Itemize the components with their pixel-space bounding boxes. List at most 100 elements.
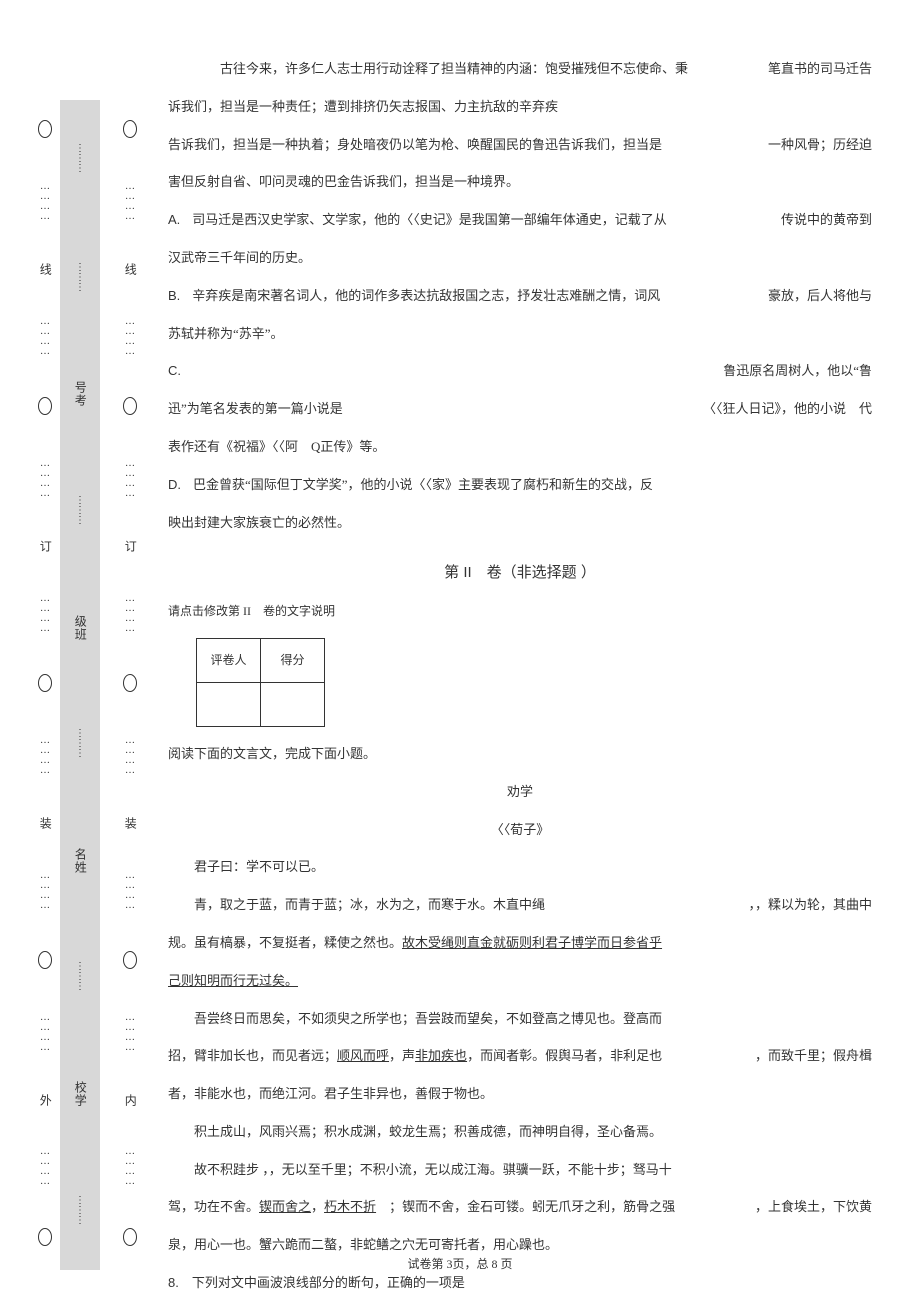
margin-circle	[38, 1228, 52, 1246]
passage-t1: 君子曰：学不可以已。	[168, 850, 872, 884]
option-d-label: D.	[168, 477, 181, 492]
page-content: 古往今来，许多仁人志士用行动诠释了担当精神的内涵：饱受摧残但不忘使命、秉 笔直书…	[168, 52, 872, 1304]
article-author: 〈〈荀子》	[168, 813, 872, 847]
margin-circle	[123, 951, 137, 969]
passage-t2-suf: ，，糅以为轮，其曲中	[748, 888, 872, 922]
margin-label-nei: 内	[123, 1094, 137, 1107]
passage-t10-ul1: 锲而舍之	[259, 1199, 311, 1214]
passage-t8: 积土成山，风雨兴焉；积水成渊，蛟龙生焉；积善成德，而神明自得，圣心备焉。	[168, 1115, 872, 1149]
margin-dots: …………	[40, 871, 50, 911]
option-a-suf: 传说中的黄帝到	[781, 203, 872, 237]
margin-dots: …………	[40, 182, 50, 222]
margin-circle	[123, 674, 137, 692]
margin-dots: …………	[125, 871, 135, 911]
margin-dots: …………	[40, 1147, 50, 1187]
option-a-cont: 汉武帝三千年间的历史。	[168, 241, 872, 275]
passage-t2: 青，取之于蓝，而青于蓝；冰，水为之，而寒于水。木直中绳 ，，糅以为轮，其曲中	[168, 888, 872, 922]
section-ii-title: 第 II 卷（非选择题 ）	[168, 553, 872, 592]
margin-dots: …………	[40, 459, 50, 499]
option-d-pre: 巴金曾获“国际但丁文学奖”，他的小说〈〈家》主要表现了腐朽和新生的交战，反	[193, 477, 653, 492]
grader-cell2	[261, 682, 325, 726]
margin-circle	[38, 397, 52, 415]
margin-circle	[123, 1228, 137, 1246]
option-a-label: A.	[168, 212, 180, 227]
option-b-label: B.	[168, 288, 180, 303]
passage-t10: 驾，功在不舍。锲而舍之，朽木不折 ；锲而不舍，金石可镂。蚓无爪牙之利，筋骨之强 …	[168, 1190, 872, 1224]
passage-t10-pre: 驾，功在不舍。	[168, 1199, 259, 1214]
option-d: D. 巴金曾获“国际但丁文学奖”，他的小说〈〈家》主要表现了腐朽和新生的交战，反	[168, 468, 872, 502]
margin-dots: …………	[125, 459, 135, 499]
passage-t6-pre: 招，臂非加长也，而见者远；	[168, 1048, 337, 1063]
spine-column: ⋮⋮⋮ ⋮⋮⋮ 号考 ⋮⋮⋮ 级班 ⋮⋮⋮ 名姓 ⋮⋮⋮ 校学 ⋮⋮⋮	[60, 100, 100, 1270]
intro-line-3: 告诉我们，担当是一种执着；身处暗夜仍以笔为枪、唤醒国民的鲁迅告诉我们，担当是 一…	[168, 128, 872, 162]
margin-circle	[38, 120, 52, 138]
intro-cont2: 告诉我们，担当是一种执着；身处暗夜仍以笔为枪、唤醒国民的鲁迅告诉我们，担当是	[168, 128, 662, 162]
grader-cell1	[197, 682, 261, 726]
option-b-pre: 辛弃疾是南宋著名词人，他的词作多表达抗敌报国之志，抒发壮志难酬之情，词风	[192, 288, 660, 303]
grader-col2: 得分	[261, 638, 325, 682]
passage-t3: 规。虽有槁暴，不复挺者，糅使之然也。故木受绳则直金就砺则利君子博学而日参省乎	[168, 926, 872, 960]
passage-t9: 故不积跬步 ，，无以至千里；不积小流，无以成江海。骐骥一跃，不能十步；驽马十	[168, 1153, 872, 1187]
margin-dots: …………	[40, 736, 50, 776]
margin-dots: …………	[125, 182, 135, 222]
passage-t3-ul: 故木受绳则直金就砺则利君子博学而日参省乎	[402, 935, 662, 950]
margin-dots: …………	[125, 1013, 135, 1053]
inner-margin-column: ………… 线 ………… ………… 订 ………… ………… 装 ………… ……………	[115, 100, 145, 1270]
option-c-line2-suf: 〈〈狂人日记》，他的小说	[703, 401, 846, 416]
passage-t6: 招，臂非加长也，而见者远；顺风而呼，声非加疾也，而闻者彰。假舆马者，非利足也 ，…	[168, 1039, 872, 1073]
option-c-line2-pre: 迅”为笔名发表的第一篇小说是	[168, 392, 343, 426]
option-c-suf: 鲁迅原名周树人，他以“鲁	[723, 354, 872, 388]
intro-cont1: 诉我们，担当是一种责任；遭到排挤仍矢志报国、力主抗敌的辛弃疾	[168, 90, 872, 124]
passage-t6-ul2: 非加疾也	[415, 1048, 467, 1063]
margin-label-xian-outer: 线	[38, 263, 52, 276]
option-c-line2: 迅”为笔名发表的第一篇小说是 〈〈狂人日记》，他的小说 代	[168, 392, 872, 426]
passage-t4-ul: 己则知明而行无过矣。	[168, 973, 298, 988]
margin-circle	[38, 674, 52, 692]
option-a: A.司马迁是西汉史学家、文学家，他的〈〈史记》是我国第一部编年体通史，记载了从 …	[168, 203, 872, 237]
margin-label-zhuang-inner: 装	[123, 817, 137, 830]
passage-t5: 吾尝终日而思矣，不如须臾之所学也；吾尝跂而望矣，不如登高之博见也。登高而	[168, 1002, 872, 1036]
option-c-cont: 表作还有《祝福》〈〈阿 Q正传》等。	[168, 430, 872, 464]
intro-line-1: 古往今来，许多仁人志士用行动诠释了担当精神的内涵：饱受摧残但不忘使命、秉 笔直书…	[168, 52, 872, 86]
margin-dots: …………	[40, 594, 50, 634]
intro-suffix: 笔直书的司马迁告	[768, 52, 872, 86]
option-b: B.辛弃疾是南宋著名词人，他的词作多表达抗敌报国之志，抒发壮志难酬之情，词风 豪…	[168, 279, 872, 313]
margin-label-ding-outer: 订	[38, 540, 52, 553]
margin-circle	[123, 397, 137, 415]
margin-circle	[38, 951, 52, 969]
passage-t10-suf: ，上食埃土，下饮黄	[755, 1190, 872, 1224]
margin-label-wai: 外	[38, 1094, 52, 1107]
margin-label-zhuang-outer: 装	[38, 817, 52, 830]
passage-t10-mid2: ；锲而不舍，金石可镂。蚓无爪牙之利，筋骨之强	[376, 1199, 675, 1214]
margin-dots: …………	[125, 1147, 135, 1187]
margin-dots: …………	[40, 1013, 50, 1053]
spine-label-kaohao: 号考	[73, 381, 87, 407]
option-b-cont: 苏轼并称为“苏辛”。	[168, 317, 872, 351]
article-title: 劝学	[168, 775, 872, 809]
passage-t7: 者，非能水也，而绝江河。君子生非异也，善假于物也。	[168, 1077, 872, 1111]
intro-cont2-suffix: 一种风骨；历经迫	[768, 128, 872, 162]
spine-label-xuexiao: 校学	[73, 1081, 87, 1107]
passage-lead: 阅读下面的文言文，完成下面小题。	[168, 737, 872, 771]
option-c-line2-end: 代	[859, 401, 872, 416]
margin-dots: …………	[125, 736, 135, 776]
margin-label-ding-inner: 订	[123, 540, 137, 553]
option-c: C. 鲁迅原名周树人，他以“鲁	[168, 354, 872, 388]
passage-t6-suf: ，而致千里；假舟楫	[755, 1039, 872, 1073]
passage-t3-text: 规。虽有槁暴，不复挺者，糅使之然也。	[168, 935, 402, 950]
margin-dots: …………	[40, 317, 50, 357]
passage-t2-pre: 青，取之于蓝，而青于蓝；冰，水为之，而寒于水。木直中绳	[194, 897, 545, 912]
option-c-label: C.	[168, 363, 181, 378]
passage-t10-mid1: ，	[311, 1199, 324, 1214]
intro-pre: 古往今来，许多仁人志士用行动诠释了担当精神的内涵：饱受摧残但不忘使命、秉	[220, 61, 688, 76]
outer-margin-column: ………… 线 ………… ………… 订 ………… ………… 装 ………… ……………	[30, 100, 60, 1270]
margin-dots: …………	[125, 317, 135, 357]
spine-label-xingming: 名姓	[73, 848, 87, 874]
option-d-cont: 映出封建大家族衰亡的必然性。	[168, 506, 872, 540]
margin-label-xian-inner: 线	[123, 263, 137, 276]
spine-label-banji: 级班	[73, 615, 87, 641]
passage-t4: 己则知明而行无过矣。	[168, 964, 872, 998]
intro-cont3: 害但反射自省、叩问灵魂的巴金告诉我们，担当是一种境界。	[168, 165, 872, 199]
margin-circle	[123, 120, 137, 138]
section-ii-note: 请点击修改第 II 卷的文字说明	[168, 596, 872, 627]
